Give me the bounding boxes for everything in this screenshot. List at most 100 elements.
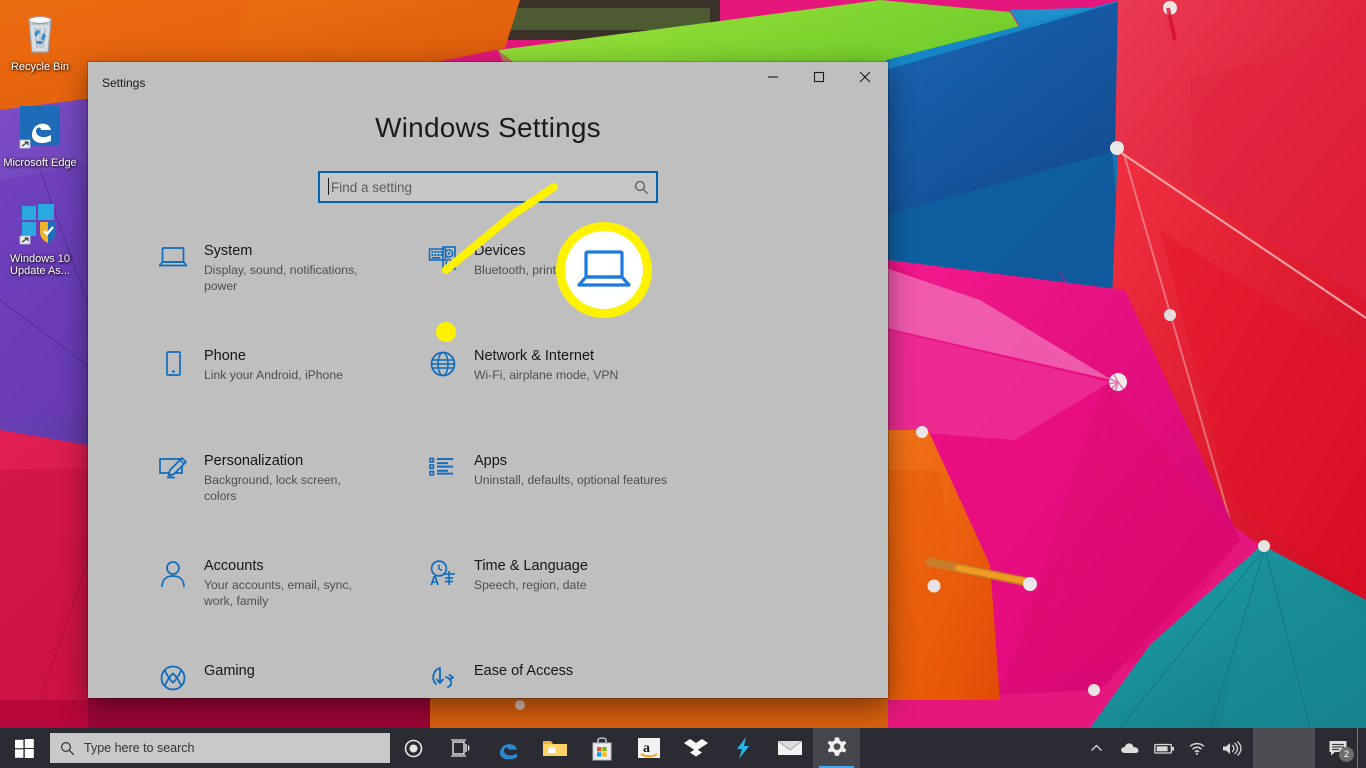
onedrive-tray-icon[interactable] [1113,728,1147,768]
desktop-icon-microsoft-edge[interactable]: Microsoft Edge [2,104,78,169]
taskbar-task-view-button[interactable] [437,728,484,768]
desktop-icon-windows-update-assistant[interactable]: Windows 10 Update As... [2,200,78,277]
category-subtitle: Your accounts, email, sync, work, family [204,578,352,608]
minimize-button[interactable] [750,62,796,92]
search-icon [50,741,84,756]
envelope-icon [777,740,802,755]
windows-update-icon [16,200,64,248]
store-bag-icon [592,737,611,761]
amazon-icon: a [637,738,660,758]
category-title: Apps [474,453,508,469]
close-button[interactable] [842,62,888,92]
taskbar-edge-button[interactable] [484,728,531,768]
network-tray-icon[interactable] [1181,728,1215,768]
category-title: Network & Internet [474,348,595,364]
window-titlebar[interactable]: Settings [88,62,888,100]
taskbar-mail-button[interactable] [766,728,813,768]
taskbar-clock[interactable] [1253,728,1315,768]
taskbar-amazon-button[interactable]: a [625,728,672,768]
desktop-icon-recycle-bin[interactable]: Recycle Bin [2,8,78,73]
settings-content: Windows Settings Find a setting System D… [88,100,888,698]
search-box[interactable] [318,171,658,203]
system-tray: 2 [1079,728,1366,768]
search-row [88,171,888,203]
text-caret [328,178,329,195]
start-button[interactable] [0,728,48,768]
taskbar-microsoft-store-button[interactable] [578,728,625,768]
category-subtitle: Uninstall, defaults, optional features [474,473,668,487]
svg-text:a: a [643,741,650,756]
svg-text:A: A [430,573,440,588]
category-gaming[interactable]: Gaming [158,663,428,698]
battery-tray-icon[interactable] [1147,728,1181,768]
window-controls [750,62,888,92]
apps-list-icon [428,453,474,495]
edge-icon [16,104,64,152]
category-ease-of-access[interactable]: Ease of Access [428,663,698,698]
category-title: Ease of Access [474,663,574,679]
category-apps[interactable]: Apps Uninstall, defaults, optional featu… [428,453,698,558]
search-icon[interactable] [626,180,656,195]
recycle-bin-icon [16,8,64,56]
person-icon [158,558,204,600]
show-hidden-icons-button[interactable] [1079,728,1113,768]
search-input[interactable] [320,178,626,196]
category-subtitle: Speech, region, date [474,578,587,592]
category-title: Personalization [204,453,304,469]
desktop-icon-label: Microsoft Edge [3,157,77,169]
category-text: Phone Link your Android, iPhone [204,348,343,384]
lightning-bolt-icon [736,737,749,759]
personalization-icon [158,453,204,495]
taskbar-dropbox-button[interactable] [672,728,719,768]
notification-center-button[interactable]: 2 [1319,728,1357,768]
category-subtitle: Display, sound, notifications, power [204,263,358,293]
show-desktop-button[interactable] [1357,728,1366,768]
taskbar: Type here to search a 2 [0,728,1366,768]
close-icon [859,71,871,83]
windows-logo-icon [14,738,34,758]
category-text: Gaming [204,663,255,683]
category-accounts[interactable]: Accounts Your accounts, email, sync, wor… [158,558,428,663]
edge-icon [499,744,517,760]
taskbar-search-box[interactable]: Type here to search [50,733,390,763]
desktop-icon-label: Windows 10 Update As... [10,253,70,277]
ease-of-access-icon [428,663,474,698]
category-title: Accounts [204,558,264,574]
phone-icon [158,348,204,390]
maximize-button[interactable] [796,62,842,92]
category-subtitle: Background, lock screen, colors [204,473,341,503]
category-subtitle: Link your Android, iPhone [204,368,343,382]
category-title: Time & Language [474,558,588,574]
category-subtitle: Wi-Fi, airplane mode, VPN [474,368,619,382]
battery-icon [1153,743,1174,754]
folder-icon [542,741,567,756]
wifi-icon [1189,742,1205,755]
taskbar-lightning-app-button[interactable] [719,728,766,768]
category-text: Network & Internet Wi-Fi, airplane mode,… [474,348,618,384]
category-time-language[interactable]: A Time & Language Speech, region, date [428,558,698,663]
dropbox-icon [683,739,708,757]
xbox-icon [158,663,204,698]
category-text: Ease of Access [474,663,573,683]
devices-icon [428,243,474,285]
taskbar-cortana-button[interactable] [390,728,437,768]
category-system[interactable]: System Display, sound, notifications, po… [158,243,428,348]
category-network-internet[interactable]: Network & Internet Wi-Fi, airplane mode,… [428,348,698,453]
category-title: System [204,243,253,259]
category-text: Personalization Background, lock screen,… [204,453,374,504]
cortana-circle-icon [404,739,423,757]
maximize-icon [813,71,825,83]
taskbar-file-explorer-button[interactable] [531,728,578,768]
taskbar-settings-button[interactable] [813,728,860,768]
chevron-up-icon [1090,744,1102,751]
volume-tray-icon[interactable] [1215,728,1249,768]
globe-icon [428,348,474,390]
category-phone[interactable]: Phone Link your Android, iPhone [158,348,428,453]
category-text: Accounts Your accounts, email, sync, wor… [204,558,374,609]
category-text: Apps Uninstall, defaults, optional featu… [474,453,667,489]
settings-categories: System Display, sound, notifications, po… [158,243,818,698]
screen: Recycle Bin Microsoft Edge Windows 10 Up… [0,0,1366,768]
category-title: Phone [204,348,246,364]
category-personalization[interactable]: Personalization Background, lock screen,… [158,453,428,558]
taskbar-search-placeholder: Type here to search [84,741,195,755]
